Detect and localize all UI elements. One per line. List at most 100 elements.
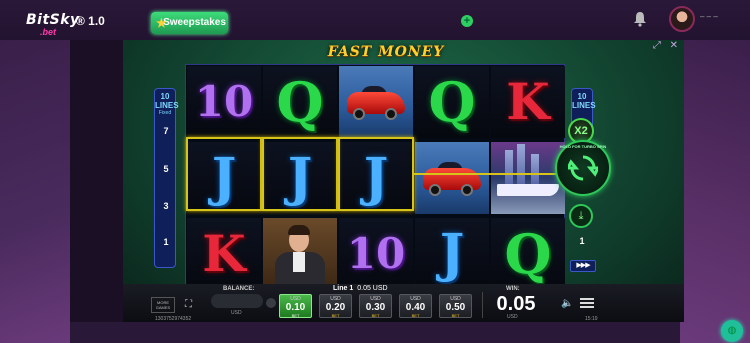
win-unit: USD — [507, 314, 518, 320]
sports-car-symbol — [415, 142, 489, 214]
expand-icon[interactable]: ⤢ — [653, 40, 661, 51]
star-icon: ★ — [156, 16, 167, 30]
win-highlight — [338, 137, 414, 211]
site-version: ® 1.0 — [76, 14, 105, 28]
lines-count: 10 — [160, 92, 170, 101]
reel-cell: J — [415, 218, 489, 290]
bet-unit: USD — [330, 296, 341, 302]
line-number: 5 — [163, 164, 169, 174]
line-win-readout: Line 1 0.05 USD — [333, 285, 388, 292]
line-number-right: 1 — [579, 236, 585, 246]
sports-car-symbol — [339, 66, 413, 138]
bet-option[interactable]: USD 0.40 BET — [399, 294, 432, 318]
lines-fixed: Fixed — [158, 110, 172, 116]
symbol-10: 10 — [194, 77, 254, 126]
bet-tag: BET — [291, 313, 300, 318]
bet-unit: USD — [450, 296, 461, 302]
win-highlight — [262, 137, 338, 211]
control-bar: MORE GAMES ⛶ BALANCE: USD Line 1 0.05 USD… — [123, 284, 684, 322]
reel-cell: K — [187, 218, 261, 290]
symbol-10: 10 — [346, 229, 406, 278]
balance-value — [211, 294, 263, 308]
bet-value: 0.30 — [365, 302, 386, 313]
symbol-q: Q — [428, 70, 476, 134]
lines-label-right: LINES — [572, 101, 596, 110]
lines-label: LINES — [155, 101, 179, 110]
user-avatar[interactable] — [669, 6, 695, 32]
reel-cell — [415, 142, 489, 214]
bottom-strip — [70, 322, 680, 343]
reels-area: 10 J K Q J J 10 Q J K Q — [185, 64, 566, 292]
site-logo[interactable]: BitSky — [26, 12, 80, 28]
win-label: WIN: — [506, 286, 520, 292]
reel-cell: K — [491, 66, 565, 138]
balance-label: BALANCE: — [223, 286, 255, 292]
spin-button[interactable]: HOLD FOR TURBO SPIN — [555, 140, 611, 196]
win-value: 0.05 — [496, 293, 536, 315]
menu-icon[interactable] — [580, 298, 594, 308]
sound-icon[interactable]: 🔈 — [561, 298, 573, 309]
bet-unit: USD — [370, 296, 381, 302]
user-menu[interactable]: – – – — [700, 12, 738, 26]
bet-option[interactable]: USD 0.50 BET — [439, 294, 472, 318]
businessman-symbol — [263, 218, 337, 290]
reel-cell: Q — [491, 218, 565, 290]
bet-tag: BET — [331, 313, 340, 318]
payline — [414, 173, 566, 175]
sweepstakes-button[interactable]: ★ Sweepstakes — [151, 12, 228, 34]
info-icon[interactable] — [266, 298, 276, 308]
bet-tag: BET — [451, 313, 460, 318]
support-chat-button[interactable]: ◍ — [721, 320, 743, 342]
reel-cell: Q — [263, 66, 337, 138]
symbol-j: J — [439, 223, 465, 284]
bet-value: 0.20 — [325, 302, 346, 313]
left-backdrop — [0, 40, 70, 343]
bet-value: 0.40 — [405, 302, 426, 313]
bet-option[interactable]: USD 0.20 BET — [319, 294, 352, 318]
reel-cell — [263, 218, 337, 290]
clock: 15:19 — [585, 316, 598, 322]
bet-option[interactable]: USD 0.30 BET — [359, 294, 392, 318]
spin-arrows-icon — [568, 155, 598, 181]
more-games-button[interactable]: MORE GAMES — [151, 297, 175, 313]
win-highlight — [186, 137, 262, 211]
divider — [482, 292, 483, 318]
bet-option[interactable]: USD 0.10 BET — [279, 294, 312, 318]
symbol-k: K — [202, 224, 246, 283]
fullscreen-icon[interactable]: ⛶ — [185, 299, 197, 311]
autoplay-button[interactable]: ▶▶▶ — [570, 260, 596, 272]
reel-cell: Q — [415, 66, 489, 138]
bell-icon[interactable] — [633, 11, 647, 27]
reel-cell: 10 — [339, 218, 413, 290]
site-header: BitSky .bet ® 1.0 ★ Sweepstakes + – – – — [0, 0, 750, 40]
line-label: Line 1 — [333, 285, 354, 292]
reel-cell — [339, 66, 413, 138]
game-title: FAST MONEY — [327, 44, 445, 60]
line-number: 7 — [163, 126, 169, 136]
add-funds-button[interactable]: + — [461, 15, 473, 27]
close-icon[interactable]: ✕ — [670, 40, 678, 51]
bet-unit: USD — [290, 296, 301, 302]
site-logo-sub: .bet — [40, 27, 57, 37]
download-icon[interactable]: ⤓ — [569, 204, 593, 228]
spin-hint: HOLD FOR TURBO SPIN — [559, 144, 607, 149]
window-controls: ⤢ ✕ — [653, 40, 678, 51]
reel-cell — [491, 142, 565, 214]
bet-tag: BET — [371, 313, 380, 318]
right-backdrop — [680, 40, 750, 343]
session-id: 1303752974352 — [155, 316, 192, 322]
bet-tag: BET — [411, 313, 420, 318]
symbol-q: Q — [276, 70, 324, 134]
balance-unit: USD — [231, 310, 242, 316]
line-value: 0.05 USD — [357, 285, 388, 292]
bet-value: 0.10 — [285, 302, 306, 313]
line-number: 1 — [163, 237, 169, 247]
symbol-q: Q — [504, 222, 552, 286]
lines-count-right: 10 — [577, 92, 587, 101]
reel-cell: 10 — [187, 66, 261, 138]
yacht-symbol — [491, 142, 565, 214]
bet-value: 0.50 — [445, 302, 466, 313]
lines-panel-left: 10 LINES Fixed 7 5 3 1 — [154, 88, 179, 268]
line-number: 3 — [163, 201, 169, 211]
bet-unit: USD — [410, 296, 421, 302]
